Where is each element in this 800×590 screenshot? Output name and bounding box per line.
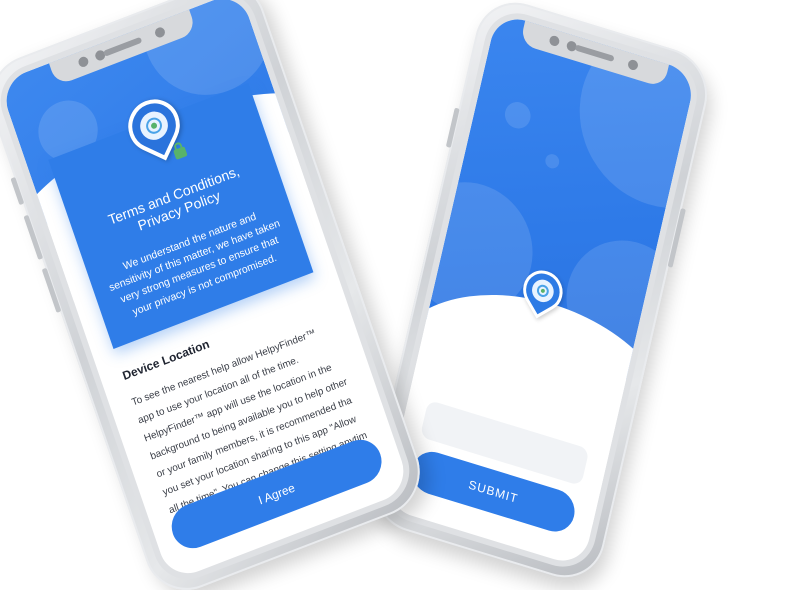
mute-switch [10,176,25,206]
back-phone: SUBMIT [364,0,716,589]
decor-bubble [502,98,534,132]
decor-bubble [543,152,561,171]
speaker [102,36,143,57]
camera-dot [153,25,167,39]
camera-dot [77,55,90,69]
power-button [667,207,686,268]
lock-icon [173,146,188,160]
front-phone: Terms and Conditions, Privacy Policy We … [0,0,432,590]
mockup-scene: SUBMIT Terms and Conditions, Privacy Pol… [0,0,800,590]
volume-button [445,107,460,148]
camera-dot [627,58,639,72]
camera-dot [548,34,561,48]
speaker [574,44,615,63]
